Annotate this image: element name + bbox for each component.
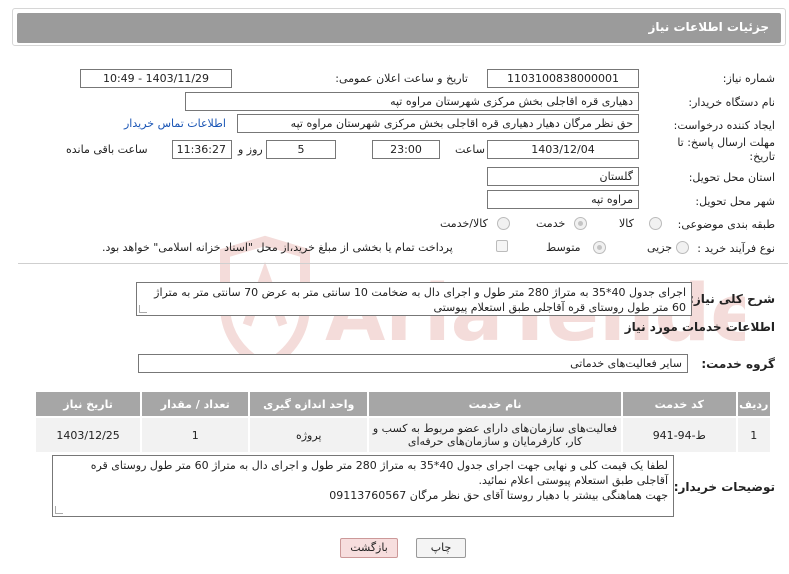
time-label: ساعت — [455, 143, 485, 156]
table-header-row: ردیف کد خدمت نام خدمت واحد اندازه گیری ت… — [36, 392, 770, 416]
col-header-unit: واحد اندازه گیری — [250, 392, 368, 416]
buyer-org-label: نام دستگاه خریدار: — [688, 96, 775, 109]
province-field: گلستان — [487, 167, 639, 186]
buyer-org-field: دهیاری قره اقاجلی بخش مرکزی شهرستان مراو… — [185, 92, 639, 111]
remaining-time-field: 11:36:27 — [172, 140, 232, 159]
buyer-notes-line-1: لطفا یک قیمت کلی و نهایی جهت اجرای جدول … — [90, 459, 668, 487]
cell-row-number: 1 — [737, 418, 770, 452]
general-description-label: شرح کلی نیاز: — [689, 292, 775, 306]
buyer-contact-link[interactable]: اطلاعات تماس خریدار — [124, 117, 226, 130]
category-option-service: خدمت — [536, 217, 566, 230]
treasury-payment-checkbox[interactable] — [496, 240, 508, 252]
city-field: مراوه تپه — [487, 190, 639, 209]
announce-datetime-label: تاریخ و ساعت اعلان عمومی: — [335, 72, 468, 85]
process-option-minor: جزیی — [647, 241, 673, 254]
need-number-field: 1103100838000001 — [487, 69, 639, 88]
days-field: 5 — [266, 140, 336, 159]
service-group-field: سایر فعالیت‌های خدماتی — [138, 354, 688, 373]
header-panel: جزئیات اطلاعات نیاز — [12, 8, 786, 46]
deadline-date-field: 1403/12/04 — [487, 140, 639, 159]
back-button[interactable]: بازگشت — [340, 538, 398, 558]
page-title: جزئیات اطلاعات نیاز — [648, 20, 769, 34]
announce-datetime-field: 1403/11/29 - 10:49 — [80, 69, 232, 88]
buyer-notes-line-2: جهت هماهنگی بیشتر با دهیار روستا آقای حق… — [329, 489, 668, 502]
city-label: شهر محل تحویل: — [695, 195, 775, 208]
cell-need-date: 1403/12/25 — [36, 418, 141, 452]
deadline-time-field: 23:00 — [372, 140, 440, 159]
resize-grip-icon[interactable] — [55, 506, 63, 514]
col-header-quantity: تعداد / مقدار — [142, 392, 249, 416]
cell-service-code: ط-94-941 — [623, 418, 736, 452]
section-divider — [18, 263, 788, 264]
resize-grip-icon[interactable] — [139, 305, 147, 313]
col-header-service-code: کد خدمت — [623, 392, 736, 416]
process-type-label: نوع فرآیند خرید : — [697, 242, 775, 255]
buyer-notes-textarea[interactable]: لطفا یک قیمت کلی و نهایی جهت اجرای جدول … — [52, 455, 674, 517]
category-radio-service[interactable] — [574, 217, 587, 230]
process-option-medium: متوسط — [546, 241, 581, 254]
requester-label: ایجاد کننده درخواست: — [673, 119, 775, 132]
table-row: 1 ط-94-941 فعالیت‌های سازمان‌های دارای ع… — [36, 418, 770, 452]
col-header-need-date: تاریخ نیاز — [36, 392, 141, 416]
services-table: ردیف کد خدمت نام خدمت واحد اندازه گیری ت… — [34, 390, 772, 454]
day-and-label: روز و — [238, 143, 263, 156]
need-number-label: شماره نیاز: — [722, 72, 775, 85]
time-remaining-label: ساعت باقی مانده — [66, 143, 148, 156]
general-description-textarea[interactable]: اجرای جدول 40*35 به متراژ 280 متر طول و … — [136, 282, 692, 316]
category-radio-goods[interactable] — [649, 217, 662, 230]
general-description-text: اجرای جدول 40*35 به متراژ 280 متر طول و … — [154, 286, 686, 314]
cell-quantity: 1 — [142, 418, 249, 452]
category-option-goods-service: کالا/خدمت — [440, 217, 488, 230]
buyer-notes-label: توضیحات خریدار: — [673, 480, 775, 494]
category-radio-goods-service[interactable] — [497, 217, 510, 230]
header-bar: جزئیات اطلاعات نیاز — [17, 13, 781, 43]
payment-note: پرداخت تمام یا بخشی از مبلغ خرید،از محل … — [102, 241, 453, 254]
print-button[interactable]: چاپ — [416, 538, 466, 558]
deadline-label: مهلت ارسال پاسخ: تا تاریخ: — [677, 136, 775, 163]
services-info-title: اطلاعات خدمات مورد نیاز — [624, 320, 775, 334]
process-radio-medium[interactable] — [593, 241, 606, 254]
category-label: طبقه بندی موضوعی: — [677, 218, 775, 231]
category-option-goods: کالا — [619, 217, 634, 230]
process-radio-minor[interactable] — [676, 241, 689, 254]
cell-service-name: فعالیت‌های سازمان‌های دارای عضو مربوط به… — [369, 418, 622, 452]
cell-unit: پروژه — [250, 418, 368, 452]
province-label: استان محل تحویل: — [688, 171, 775, 184]
col-header-row-number: ردیف — [737, 392, 770, 416]
col-header-service-name: نام خدمت — [369, 392, 622, 416]
requester-field: حق نظر مرگان دهیار دهیاری قره اقاجلی بخش… — [237, 114, 639, 133]
service-group-label: گروه خدمت: — [701, 357, 775, 371]
